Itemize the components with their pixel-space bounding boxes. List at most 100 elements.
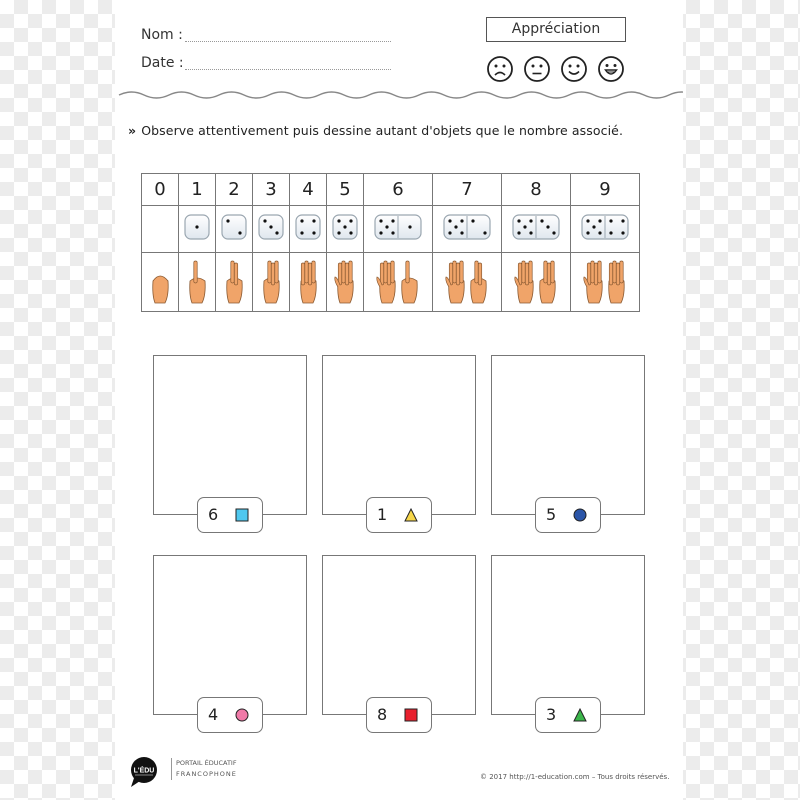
dice-cell — [570, 205, 640, 253]
grin-face-icon[interactable] — [597, 55, 625, 83]
pip — [337, 231, 341, 235]
number-cell: 7 — [432, 173, 502, 206]
count-number: 6 — [208, 505, 219, 524]
count-number: 8 — [377, 705, 388, 724]
date-label: Date : — [141, 55, 184, 71]
pip — [517, 219, 521, 223]
number-cell: 9 — [570, 173, 640, 206]
hands-cell — [252, 252, 290, 312]
circle-mark — [573, 508, 587, 522]
triangle-mark — [404, 508, 418, 522]
pip — [546, 225, 550, 229]
dice-cell — [289, 205, 327, 253]
triangle-icon — [573, 708, 587, 722]
worksheet-page: Nom : Date : Appréciation » Observe atte… — [115, 0, 683, 800]
die-icon — [184, 214, 210, 240]
pip — [598, 219, 602, 223]
pip — [609, 219, 613, 223]
pip — [529, 219, 533, 223]
hands-row — [141, 252, 640, 312]
triangle-icon — [404, 508, 418, 522]
copyright[interactable]: © 2017 http://1-education.com – Tous dro… — [480, 773, 669, 781]
sad-face-icon[interactable] — [486, 55, 514, 83]
count-number: 4 — [208, 705, 219, 724]
pip — [483, 231, 487, 235]
count-number: 5 — [546, 505, 557, 524]
dice-cell — [501, 205, 571, 253]
number-cell: 2 — [215, 173, 253, 206]
instruction: » Observe attentivement puis dessine auta… — [128, 123, 623, 138]
pip — [621, 231, 625, 235]
dice-cell — [141, 205, 179, 253]
name-label: Nom : — [141, 27, 183, 43]
wavy-divider — [118, 91, 683, 99]
brand-line-2: FRANCOPHONE — [176, 770, 237, 778]
pip — [529, 231, 533, 235]
hand-0-fingers-icon — [152, 275, 169, 304]
smile-face-icon[interactable] — [560, 55, 588, 83]
pip — [448, 219, 452, 223]
drawing-box[interactable]: 1 — [322, 355, 476, 533]
count-tag: 3 — [535, 697, 601, 733]
pip — [195, 225, 199, 229]
hand-3-fingers-icon — [539, 260, 556, 304]
square-icon — [235, 508, 249, 522]
count-tag: 5 — [535, 497, 601, 533]
count-tag: 8 — [366, 697, 432, 733]
number-cell: 4 — [289, 173, 327, 206]
hands-cell — [178, 252, 216, 312]
number-cell: 3 — [252, 173, 290, 206]
drawing-box[interactable]: 6 — [153, 355, 307, 533]
circle-mark — [235, 708, 249, 722]
number-cell: 6 — [363, 173, 433, 206]
circle-icon — [235, 708, 249, 722]
hands-cell — [432, 252, 502, 312]
pip — [337, 219, 341, 223]
hand-1-fingers-icon — [401, 260, 418, 304]
hand-5-fingers-icon — [445, 260, 465, 304]
hand-5-fingers-icon — [376, 260, 396, 304]
pip — [238, 231, 242, 235]
pip — [300, 219, 304, 223]
pip — [349, 231, 353, 235]
hand-4-fingers-icon — [300, 260, 317, 304]
square-mark — [404, 708, 418, 722]
count-number: 3 — [546, 705, 557, 724]
pip — [592, 225, 596, 229]
pip — [540, 219, 544, 223]
hands-cell — [570, 252, 640, 312]
pip — [609, 231, 613, 235]
dice-row — [141, 205, 640, 253]
pip — [517, 231, 521, 235]
count-number: 1 — [377, 505, 388, 524]
dice-cell — [363, 205, 433, 253]
date-field[interactable] — [185, 69, 391, 70]
die-icon — [295, 214, 321, 240]
domino-icon — [512, 214, 560, 240]
pip — [471, 219, 475, 223]
square-mark — [235, 508, 249, 522]
hand-5-fingers-icon — [514, 260, 534, 304]
pip — [586, 231, 590, 235]
drawing-box[interactable]: 5 — [491, 355, 645, 533]
square-icon — [404, 708, 418, 722]
dice-cell — [432, 205, 502, 253]
dice-cell — [252, 205, 290, 253]
pip — [391, 219, 395, 223]
hands-cell — [326, 252, 364, 312]
hand-5-fingers-icon — [334, 260, 354, 304]
pip — [621, 219, 625, 223]
number-reference-table: 0 1 2 3 4 5 6 7 8 9 — [141, 173, 640, 312]
name-field[interactable] — [185, 41, 391, 42]
pip — [312, 231, 316, 235]
footer-brand: PORTAIL ÉDUCATIF FRANCOPHONE — [171, 758, 237, 780]
drawing-box[interactable]: 8 — [322, 555, 476, 733]
svg-text:L'ÉDU: L'ÉDU — [134, 766, 155, 775]
number-cell: 1 — [178, 173, 216, 206]
pip — [275, 231, 279, 235]
triangle-mark — [573, 708, 587, 722]
number-cell: 8 — [501, 173, 571, 206]
neutral-face-icon[interactable] — [523, 55, 551, 83]
drawing-box[interactable]: 3 — [491, 555, 645, 733]
drawing-box[interactable]: 4 — [153, 555, 307, 733]
